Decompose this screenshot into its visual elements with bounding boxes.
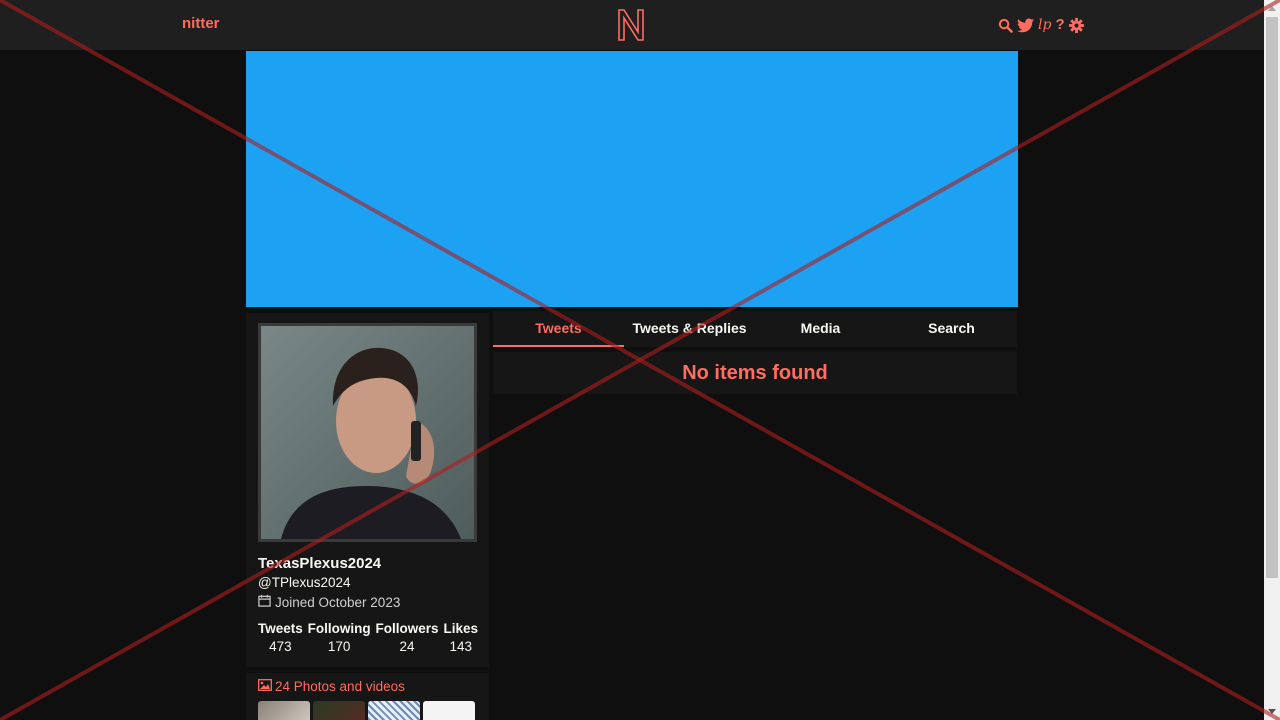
stat-value: 143 [449,639,472,654]
profile-joindate: Joined October 2023 [258,594,400,610]
stat-value: 170 [327,639,351,654]
stat-label: Likes [443,621,478,636]
photo-rail-grid [258,701,475,720]
twitter-bird-icon[interactable] [1017,17,1034,33]
stat-label: Following [307,621,371,636]
photo-thumbnail[interactable] [258,701,310,720]
stat-following: Following 170 [308,621,371,654]
settings-icon[interactable] [1068,17,1084,33]
avatar[interactable] [258,323,477,542]
photo-rail-label: 24 Photos and videos [275,679,405,694]
nitter-logo-icon[interactable] [617,8,645,42]
search-icon[interactable] [998,18,1013,33]
tab-search[interactable]: Search [886,311,1017,347]
image-icon [258,679,272,694]
joindate-text: Joined October 2023 [275,594,401,610]
nitter-home-link[interactable]: nitter [182,15,220,32]
photo-thumbnail[interactable] [313,701,365,720]
profile-card: TexasPlexus2024 @TPlexus2024 Joined Octo… [246,313,489,667]
profile-fullname[interactable]: TexasPlexus2024 [258,555,381,572]
profile-username[interactable]: @TPlexus2024 [258,575,351,590]
calendar-icon [258,594,271,610]
stat-tweets: Tweets 473 [258,621,303,654]
stat-followers: Followers 24 [376,621,439,654]
scroll-up-arrow-icon[interactable] [1264,0,1280,17]
scroll-thumb[interactable] [1266,17,1278,578]
scroll-down-arrow-icon[interactable] [1264,703,1280,720]
page-scrollbar[interactable] [1264,0,1280,720]
nav-icons: lp ? [998,15,1084,35]
stat-value: 24 [399,639,415,654]
tab-tweets[interactable]: Tweets [493,311,624,347]
stat-likes: Likes 143 [443,621,478,654]
stat-value: 473 [269,639,292,654]
photo-thumbnail[interactable] [368,701,420,720]
timeline-empty-message: No items found [493,352,1017,394]
tab-tweets-replies[interactable]: Tweets & Replies [624,311,755,347]
photo-rail: 24 Photos and videos [246,673,489,720]
lp-icon[interactable]: lp [1038,15,1051,35]
help-icon[interactable]: ? [1055,15,1064,35]
navbar: nitter lp ? [0,0,1264,50]
profile-tabs: Tweets Tweets & Replies Media Search [493,311,1017,347]
stat-label: Followers [375,621,439,636]
photo-thumbnail[interactable] [423,701,475,720]
stat-label: Tweets [258,621,303,636]
profile-stats: Tweets 473 Following 170 Followers 24 Li… [258,621,478,654]
photo-rail-link[interactable]: 24 Photos and videos [258,679,405,694]
tab-media[interactable]: Media [755,311,886,347]
profile-banner[interactable] [246,51,1018,307]
